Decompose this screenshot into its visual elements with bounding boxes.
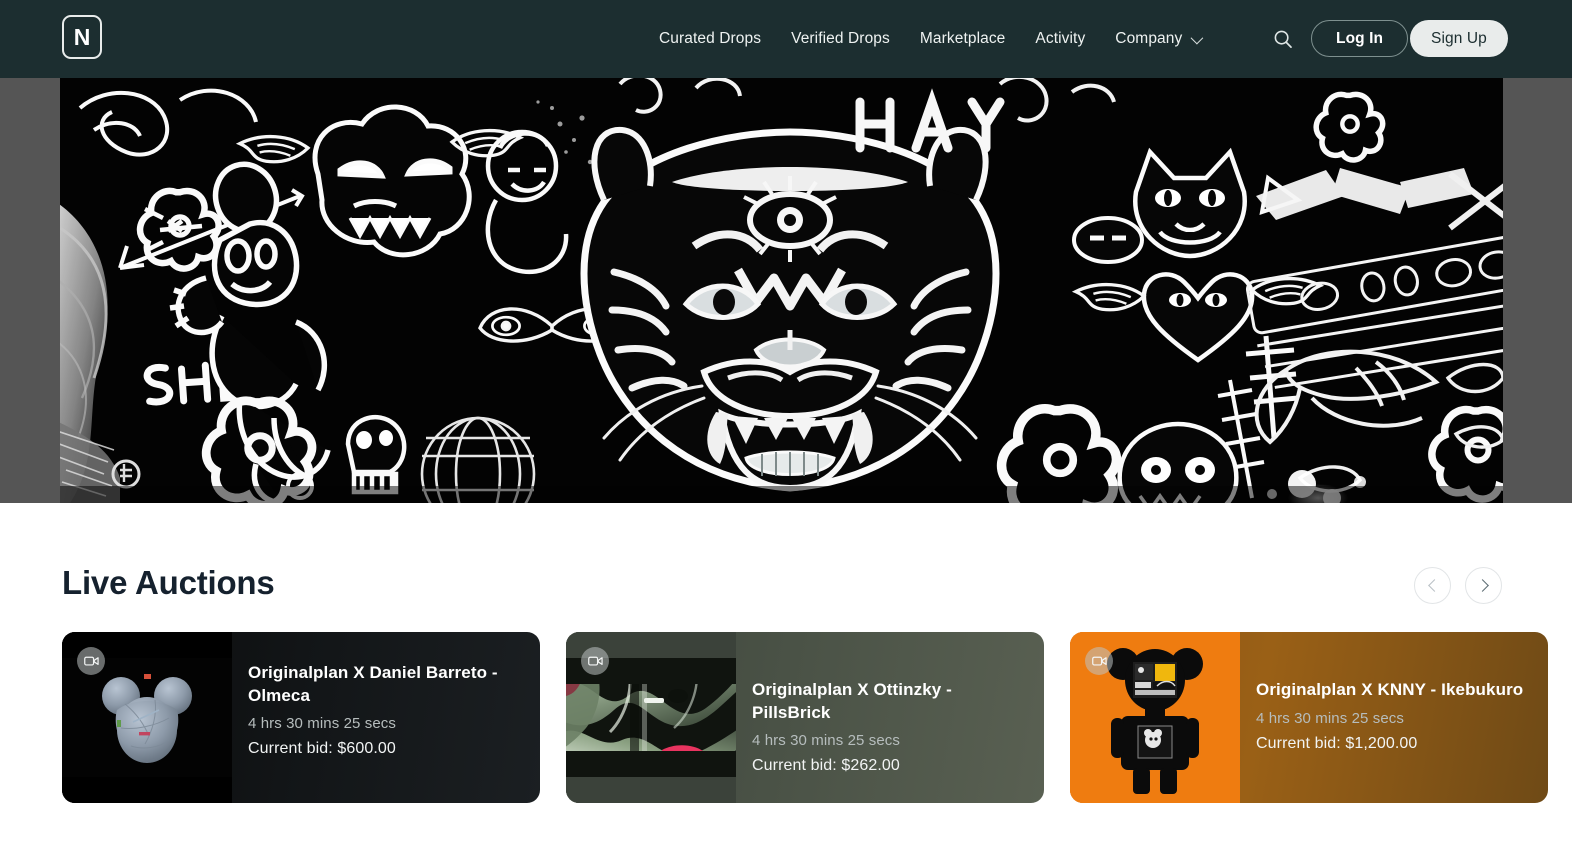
chevron-down-icon xyxy=(1190,31,1204,44)
search-icon[interactable] xyxy=(1272,28,1294,50)
auction-card-bid: Current bid: $262.00 xyxy=(752,757,900,775)
chevron-left-icon xyxy=(1427,579,1441,592)
auction-card-title: Originalplan X Daniel Barreto - Olmeca xyxy=(248,663,498,705)
auction-card-media xyxy=(62,632,232,803)
auction-card-list[interactable]: Originalplan X Daniel Barreto - Olmeca 4… xyxy=(62,632,1572,803)
hero-banner-zone xyxy=(0,78,1572,503)
page-title: Live Auctions xyxy=(62,564,275,601)
nav-item-curated-drops[interactable]: Curated Drops xyxy=(659,30,761,48)
login-button[interactable]: Log In xyxy=(1311,20,1409,57)
carousel-next-button[interactable] xyxy=(1465,567,1502,604)
video-camera-icon[interactable] xyxy=(1085,647,1113,675)
nav-item-company-label: Company xyxy=(1115,30,1183,47)
auction-card-countdown: 4 hrs 30 mins 25 secs xyxy=(248,715,396,733)
auction-card[interactable]: Originalplan X Ottinzky - PillsBrick 4 h… xyxy=(566,632,1044,803)
nav-item-company[interactable]: Company xyxy=(1115,30,1204,48)
video-camera-icon[interactable] xyxy=(77,647,105,675)
logo-n-mark: N xyxy=(62,15,102,59)
auction-card-body: Originalplan X Daniel Barreto - Olmeca 4… xyxy=(232,632,540,803)
nav-item-activity[interactable]: Activity xyxy=(1035,30,1085,48)
auction-card-body: Originalplan X KNNY - Ikebukuro 4 hrs 30… xyxy=(1240,632,1548,803)
auction-card-countdown: 4 hrs 30 mins 25 secs xyxy=(752,732,900,750)
auction-card-body: Originalplan X Ottinzky - PillsBrick 4 h… xyxy=(736,632,1044,803)
auction-card-countdown: 4 hrs 30 mins 25 secs xyxy=(1256,709,1404,727)
live-auctions-section: Live Auctions Originalplan X Daniel Barr… xyxy=(0,503,1572,850)
auction-card-title: Originalplan X KNNY - Ikebukuro xyxy=(1256,680,1524,699)
logo[interactable]: N xyxy=(62,15,102,59)
auction-card-title: Originalplan X Ottinzky - PillsBrick xyxy=(752,680,952,722)
auction-card-media xyxy=(1070,632,1240,803)
auction-card-bid: Current bid: $600.00 xyxy=(248,740,396,758)
main-navigation: Curated Drops Verified Drops Marketplace… xyxy=(659,0,1204,78)
site-header: N Curated Drops Verified Drops Marketpla… xyxy=(0,0,1572,78)
video-camera-icon[interactable] xyxy=(581,647,609,675)
page-root: N Curated Drops Verified Drops Marketpla… xyxy=(0,0,1572,850)
hero-banner-image[interactable] xyxy=(60,78,1503,503)
chevron-right-icon xyxy=(1475,579,1489,592)
signup-button[interactable]: Sign Up xyxy=(1410,20,1508,57)
section-header: Live Auctions xyxy=(62,563,1502,611)
auction-card[interactable]: Originalplan X KNNY - Ikebukuro 4 hrs 30… xyxy=(1070,632,1548,803)
carousel-prev-button[interactable] xyxy=(1414,567,1451,604)
nav-item-marketplace[interactable]: Marketplace xyxy=(920,30,1006,48)
carousel-controls xyxy=(1414,567,1502,604)
nav-item-verified-drops[interactable]: Verified Drops xyxy=(791,30,890,48)
auction-card-media xyxy=(566,632,736,803)
auction-card-bid: Current bid: $1,200.00 xyxy=(1256,734,1418,752)
auction-card[interactable]: Originalplan X Daniel Barreto - Olmeca 4… xyxy=(62,632,540,803)
